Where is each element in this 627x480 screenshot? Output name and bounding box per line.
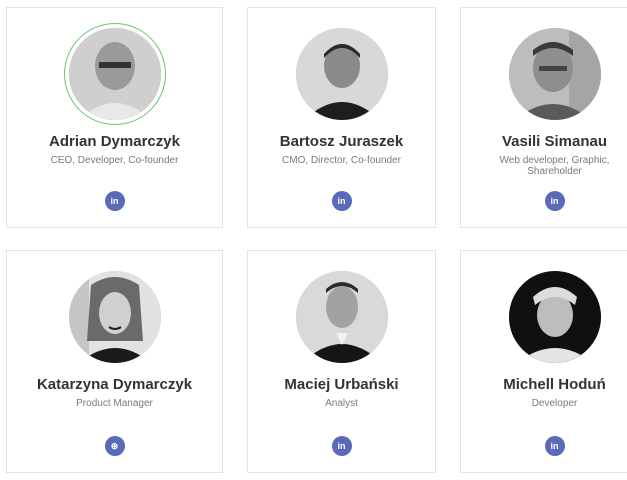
avatar (295, 28, 388, 120)
portrait-photo (68, 271, 161, 363)
linkedin-icon[interactable]: in (544, 436, 565, 456)
team-card: Adrian Dymarczyk CEO, Developer, Co-foun… (6, 7, 223, 228)
team-card: Vasili Simanau Web developer, Graphic, S… (460, 7, 627, 228)
member-role: Analyst (325, 398, 358, 409)
member-name: Michell Hoduń (503, 376, 606, 393)
portrait-photo (508, 271, 601, 363)
member-role: Product Manager (76, 398, 153, 409)
member-role: Web developer, Graphic, Shareholder (499, 155, 610, 177)
linkedin-icon[interactable]: in (331, 191, 352, 211)
linkedin-icon[interactable]: in (104, 191, 125, 211)
member-name: Adrian Dymarczyk (49, 133, 180, 150)
member-name: Bartosz Juraszek (279, 133, 404, 150)
team-card: Katarzyna Dymarczyk Product Manager ⊕ (6, 250, 223, 473)
member-name: Vasili Simanau (501, 133, 608, 150)
team-card: Maciej Urbański Analyst in (247, 250, 436, 473)
member-role: Developer (531, 398, 578, 409)
linkedin-icon[interactable]: in (544, 191, 565, 211)
avatar (508, 271, 601, 363)
avatar (68, 271, 161, 363)
member-role: CEO, Developer, Co-founder (50, 155, 179, 166)
member-role: CMO, Director, Co-founder (282, 155, 401, 166)
portrait-photo (295, 271, 388, 363)
member-name: Maciej Urbański (284, 376, 399, 393)
avatar (508, 28, 601, 120)
avatar (68, 28, 161, 120)
linkedin-icon[interactable]: in (331, 436, 352, 456)
team-card: Michell Hoduń Developer in (460, 250, 627, 473)
globe-icon[interactable]: ⊕ (104, 436, 125, 456)
portrait-photo (68, 28, 161, 120)
portrait-photo (295, 28, 388, 120)
portrait-photo (508, 28, 601, 120)
team-grid: Adrian Dymarczyk CEO, Developer, Co-foun… (6, 7, 627, 473)
avatar (295, 271, 388, 363)
member-name: Katarzyna Dymarczyk (36, 376, 193, 393)
team-card: Bartosz Juraszek CMO, Director, Co-found… (247, 7, 436, 228)
